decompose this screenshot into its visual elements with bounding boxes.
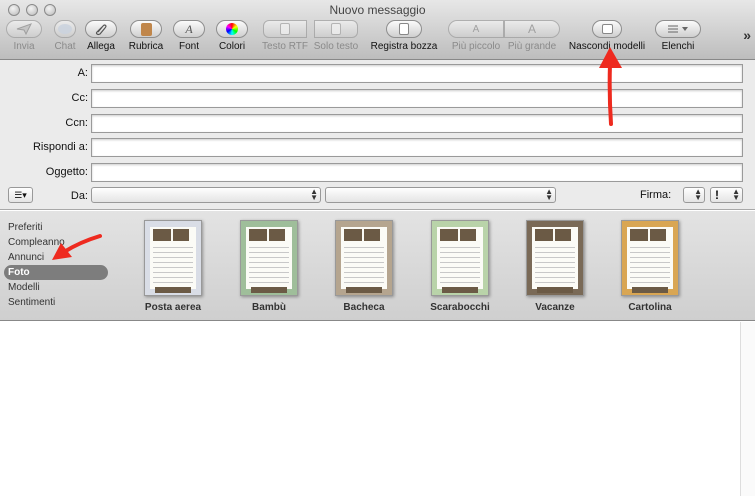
template-name: Posta aerea (144, 302, 202, 313)
templates-icon (592, 20, 622, 38)
font-button[interactable]: A Font (172, 20, 206, 56)
priority-select[interactable]: ! ▲ ▼ (710, 187, 743, 203)
stationery-template[interactable]: Bambù (233, 220, 305, 313)
body-scrollbar[interactable] (740, 322, 755, 496)
annotation-arrow-up (599, 47, 622, 126)
send-button[interactable]: Invia (4, 20, 44, 56)
template-name: Bacheca (343, 302, 385, 313)
to-row: A: (0, 64, 755, 84)
window-title: Nuovo messaggio (329, 3, 426, 17)
bcc-input[interactable] (91, 114, 743, 133)
template-name: Scarabocchi (430, 302, 490, 313)
from-address-select[interactable]: ▲ ▼ (325, 187, 556, 203)
to-label: A: (77, 67, 88, 79)
smaller-font-button[interactable]: A Più piccolo (448, 20, 504, 56)
to-input[interactable] (91, 64, 743, 83)
reply-to-row: Rispondi a: (0, 138, 755, 158)
template-thumbnail (431, 220, 489, 296)
cc-row: Cc: (0, 89, 755, 109)
color-wheel-icon (216, 20, 248, 38)
draft-icon (386, 20, 422, 38)
template-thumbnail (144, 220, 202, 296)
stationery-template[interactable]: Vacanze (519, 220, 591, 313)
subject-row: Oggetto: (0, 163, 755, 183)
paperclip-icon (85, 20, 117, 38)
chat-button[interactable]: Chat (48, 20, 82, 56)
cc-input[interactable] (91, 89, 743, 108)
addressbook-icon (130, 20, 162, 38)
plain-text-icon (314, 20, 358, 38)
template-name: Cartolina (628, 302, 672, 313)
signature-select[interactable]: ▲ ▼ (683, 187, 705, 203)
attach-button[interactable]: Allega (84, 20, 118, 56)
compose-window: Nuovo messaggio Invia Chat Allega Rubric… (0, 0, 755, 496)
colors-button[interactable]: Colori (214, 20, 250, 56)
smaller-font-icon: A (448, 20, 504, 38)
lists-button[interactable]: Elenchi (654, 20, 702, 56)
addressbook-button[interactable]: Rubrica (126, 20, 166, 56)
bigger-font-icon: A (504, 20, 560, 38)
stationery-panel: Preferiti Compleanno Annunci Foto Modelli Sen… (0, 211, 755, 321)
rich-text-button[interactable]: Testo RTF (260, 20, 310, 56)
template-name: Bambù (252, 302, 286, 313)
stationery-template[interactable]: Cartolina (614, 220, 686, 313)
template-thumbnail (335, 220, 393, 296)
from-row: ☰▾ Da: ▲ ▼ ▲ ▼ Firma: ▲ ▼ ! ▲ ▼ (0, 187, 755, 207)
bigger-font-button[interactable]: A Più grande (504, 20, 560, 56)
stationery-category[interactable]: Modelli (4, 280, 108, 295)
subject-label: Oggetto: (45, 166, 88, 178)
font-icon: A (173, 20, 205, 38)
reply-to-input[interactable] (91, 138, 743, 157)
rich-text-icon (263, 20, 307, 38)
bcc-label: Ccn: (65, 117, 88, 129)
template-thumbnail (526, 220, 584, 296)
list-icon (655, 20, 701, 38)
stationery-category[interactable]: Foto (4, 265, 108, 280)
signature-label: Firma: (640, 189, 672, 201)
plain-text-button[interactable]: Solo testo (312, 20, 360, 56)
message-body[interactable] (0, 322, 755, 496)
toolbar: Nuovo messaggio Invia Chat Allega Rubric… (0, 0, 755, 60)
template-thumbnail (240, 220, 298, 296)
reply-to-label: Rispondi a: (32, 141, 88, 153)
template-thumbnail (621, 220, 679, 296)
from-account-select[interactable]: ▲ ▼ (91, 187, 321, 203)
template-name: Vacanze (535, 302, 575, 313)
save-draft-button[interactable]: Registra bozza (370, 20, 438, 56)
toolbar-overflow-button[interactable]: » (743, 27, 751, 43)
stationery-template[interactable]: Posta aerea (137, 220, 209, 313)
stationery-template[interactable]: Bacheca (328, 220, 400, 313)
annotation-arrow-left (52, 234, 102, 260)
from-label: Da: (70, 190, 88, 202)
subject-input[interactable] (91, 163, 743, 182)
cc-label: Cc: (71, 92, 89, 104)
message-header: A: Cc: Ccn: Rispondi a: Oggetto: ☰▾ Da: … (0, 60, 755, 210)
priority-icon: ! (715, 188, 719, 202)
chat-bubble-icon (54, 20, 76, 38)
bcc-row: Ccn: (0, 114, 755, 134)
send-icon (6, 20, 42, 38)
stationery-template[interactable]: Scarabocchi (424, 220, 496, 313)
stationery-category[interactable]: Sentimenti (4, 295, 108, 310)
